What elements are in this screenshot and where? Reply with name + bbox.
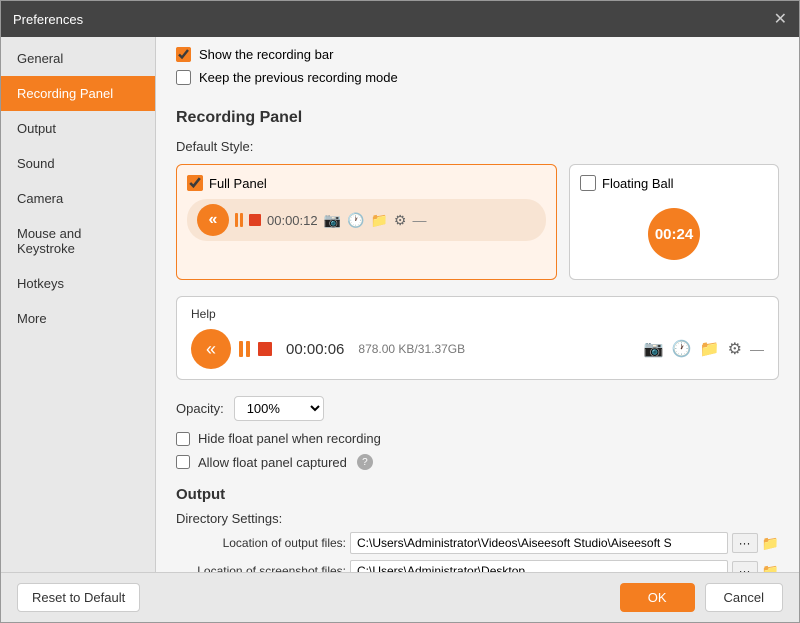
help-minus-icon[interactable]: —	[750, 341, 764, 357]
allow-float-row: Allow float panel captured ?	[176, 454, 779, 470]
opacity-select[interactable]: 100% 90% 80% 70%	[234, 396, 324, 421]
screenshot-files-label: Location of screenshot files:	[176, 564, 346, 572]
floating-ball-display: 00:24	[580, 199, 768, 269]
floating-ball-checkbox[interactable]	[580, 175, 596, 191]
help-bar-inner: « 00:00:06 878.00 KB/31.37GB 📷 🕐 📁 ⚙ —	[191, 329, 764, 369]
allow-float-help-icon[interactable]: ?	[357, 454, 373, 470]
floating-ball-label: Floating Ball	[602, 176, 674, 191]
screenshot-files-browse-btn[interactable]: ···	[732, 561, 758, 572]
screenshot-files-input[interactable]	[350, 560, 728, 572]
show-recording-bar-row: Show the recording bar	[176, 47, 779, 62]
hide-float-row: Hide float panel when recording	[176, 431, 779, 446]
sidebar-item-mouse-keystroke[interactable]: Mouse and Keystroke	[1, 216, 155, 266]
content-area: Show the recording bar Keep the previous…	[156, 37, 799, 572]
sidebar-item-hotkeys[interactable]: Hotkeys	[1, 266, 155, 301]
reset-to-default-button[interactable]: Reset to Default	[17, 583, 140, 612]
camera-icon[interactable]: 📷	[324, 212, 341, 229]
output-files-input[interactable]	[350, 532, 728, 554]
full-panel-bar: « 00:00:12 📷 🕐 📁 ⚙ —	[187, 199, 546, 241]
full-panel-card[interactable]: Full Panel « 00:00:12 📷 🕐	[176, 164, 557, 280]
full-panel-header: Full Panel	[187, 175, 546, 191]
floating-ball-card[interactable]: Floating Ball 00:24	[569, 164, 779, 280]
full-panel-label: Full Panel	[209, 176, 267, 191]
output-files-label: Location of output files:	[176, 536, 346, 550]
help-stop-icon[interactable]	[258, 342, 272, 356]
keep-previous-mode-label: Keep the previous recording mode	[199, 70, 398, 85]
full-panel-back-btn[interactable]: «	[197, 204, 229, 236]
sidebar: General Recording Panel Output Sound Cam…	[1, 37, 156, 572]
full-panel-checkbox[interactable]	[187, 175, 203, 191]
ok-button[interactable]: OK	[620, 583, 695, 612]
top-checkboxes: Show the recording bar Keep the previous…	[156, 37, 799, 93]
help-bar: Help « 00:00:06 878.00 KB/31.37GB 📷 🕐 📁	[176, 296, 779, 380]
keep-previous-mode-row: Keep the previous recording mode	[176, 70, 779, 85]
sidebar-item-general[interactable]: General	[1, 41, 155, 76]
help-label: Help	[191, 307, 764, 321]
show-recording-bar-label: Show the recording bar	[199, 47, 333, 62]
help-folder-icon[interactable]: 📁	[700, 339, 720, 359]
screenshot-files-row: Location of screenshot files: ··· 📁	[176, 560, 779, 572]
help-bar-size: 878.00 KB/31.37GB	[358, 342, 636, 356]
minus-icon[interactable]: —	[412, 212, 426, 228]
close-button[interactable]: ✕	[774, 9, 787, 29]
floating-ball-header: Floating Ball	[580, 175, 768, 191]
main-layout: General Recording Panel Output Sound Cam…	[1, 37, 799, 572]
full-panel-time: 00:00:12	[267, 213, 318, 228]
sidebar-item-sound[interactable]: Sound	[1, 146, 155, 181]
stop-icon[interactable]	[249, 214, 261, 226]
preferences-window: Preferences ✕ General Recording Panel Ou…	[0, 0, 800, 623]
style-options: Full Panel « 00:00:12 📷 🕐	[176, 164, 779, 280]
opacity-label: Opacity:	[176, 401, 224, 416]
help-gear-icon[interactable]: ⚙	[728, 339, 742, 359]
floating-ball-timer: 00:24	[648, 208, 700, 260]
footer: Reset to Default OK Cancel	[1, 572, 799, 622]
allow-float-label: Allow float panel captured	[198, 455, 347, 470]
help-camera-icon[interactable]: 📷	[644, 339, 664, 359]
help-bar-time: 00:00:06	[286, 341, 344, 358]
help-clock-icon[interactable]: 🕐	[672, 339, 692, 359]
opacity-row: Opacity: 100% 90% 80% 70%	[176, 396, 779, 421]
output-section: Output Directory Settings: Location of o…	[176, 486, 779, 572]
help-back-btn[interactable]: «	[191, 329, 231, 369]
show-recording-bar-checkbox[interactable]	[176, 47, 191, 62]
content-body: Recording Panel Default Style: Full Pane…	[156, 93, 799, 572]
output-files-browse-btn[interactable]: ···	[732, 533, 758, 553]
dir-settings-label: Directory Settings:	[176, 511, 779, 526]
output-files-row: Location of output files: ··· 📁	[176, 532, 779, 554]
hide-float-checkbox[interactable]	[176, 432, 190, 446]
sidebar-item-recording-panel[interactable]: Recording Panel	[1, 76, 155, 111]
hide-float-label: Hide float panel when recording	[198, 431, 381, 446]
sidebar-item-output[interactable]: Output	[1, 111, 155, 146]
allow-float-checkbox[interactable]	[176, 455, 190, 469]
screenshot-files-folder-icon[interactable]: 📁	[762, 563, 779, 573]
keep-previous-mode-checkbox[interactable]	[176, 70, 191, 85]
help-pause-icon[interactable]	[239, 341, 250, 357]
recording-panel-title: Recording Panel	[176, 109, 779, 127]
window-title: Preferences	[13, 12, 83, 27]
output-title: Output	[176, 486, 779, 503]
pause-icon[interactable]	[235, 213, 243, 227]
footer-right: OK Cancel	[620, 583, 783, 612]
clock-icon[interactable]: 🕐	[347, 212, 364, 229]
titlebar: Preferences ✕	[1, 1, 799, 37]
default-style-label: Default Style:	[176, 139, 779, 154]
output-files-folder-icon[interactable]: 📁	[762, 535, 779, 552]
sidebar-item-more[interactable]: More	[1, 301, 155, 336]
cancel-button[interactable]: Cancel	[705, 583, 783, 612]
folder-icon-panel[interactable]: 📁	[370, 212, 387, 229]
sidebar-item-camera[interactable]: Camera	[1, 181, 155, 216]
gear-icon-panel[interactable]: ⚙	[394, 212, 407, 229]
